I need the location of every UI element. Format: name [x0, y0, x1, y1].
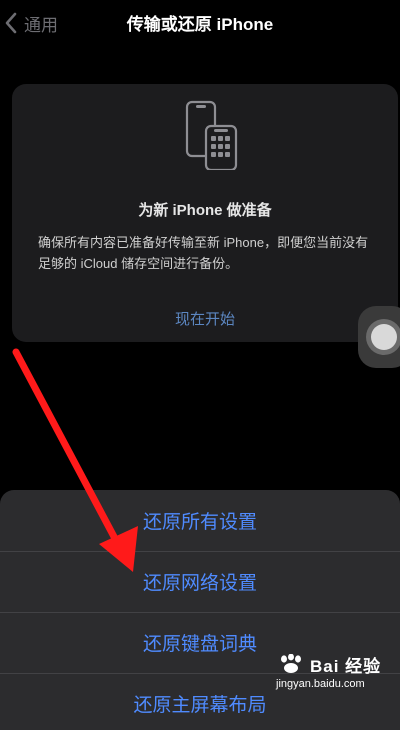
watermark-url: jingyan.baidu.com — [276, 678, 365, 690]
reset-all-settings-button[interactable]: 还原所有设置 — [0, 490, 400, 552]
watermark-brand: Bai 经验 — [310, 657, 382, 676]
reset-network-settings-button[interactable]: 还原网络设置 — [0, 551, 400, 613]
assistive-touch-button[interactable] — [358, 306, 400, 368]
card-description: 确保所有内容已准备好传输至新 iPhone，即便您当前没有足够的 iCloud … — [38, 235, 369, 271]
two-iphones-icon — [185, 100, 238, 170]
page-title: 传输或还原 iPhone — [126, 15, 274, 34]
baidu-watermark: Bai 经验 jingyan.baidu.com — [276, 652, 388, 696]
card-title: 为新 iPhone 做准备 — [138, 202, 272, 219]
baidu-paw-icon — [281, 654, 301, 673]
prepare-new-iphone-card: 为新 iPhone 做准备 确保所有内容已准备好传输至新 iPhone，即便您当… — [12, 84, 398, 342]
get-started-link[interactable]: 现在开始 — [12, 308, 398, 329]
assistive-touch-core — [371, 324, 397, 350]
